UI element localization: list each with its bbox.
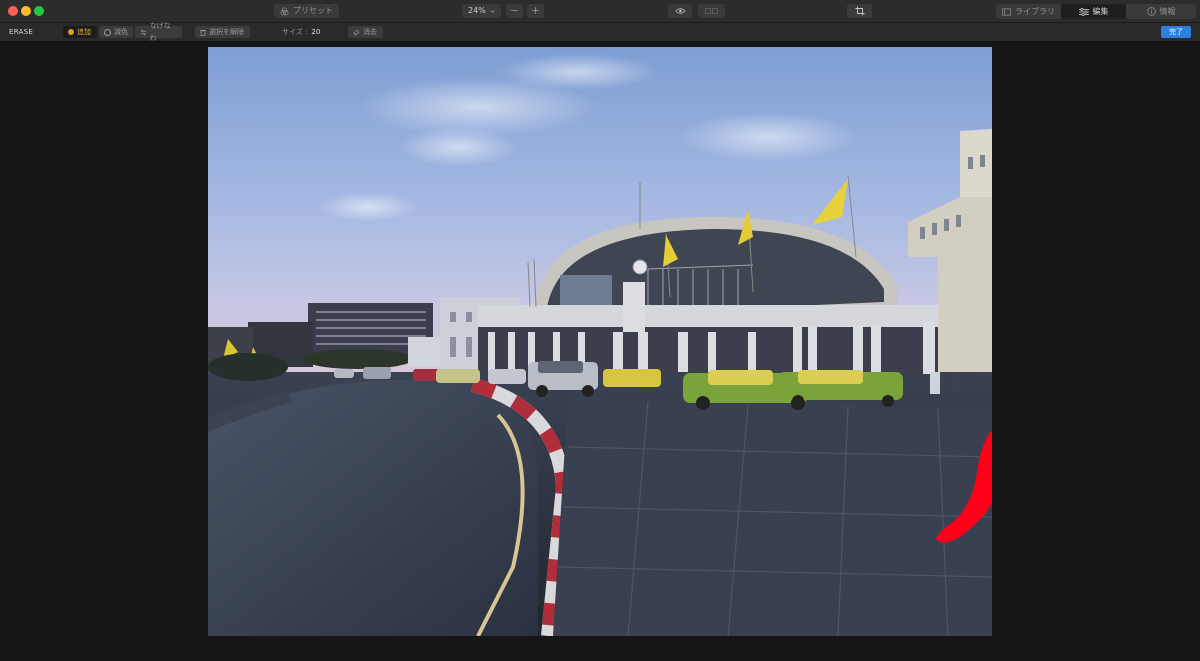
window-close-button[interactable] <box>8 6 18 16</box>
clear-selection-label: 選択を解除 <box>209 28 244 36</box>
subtract-label: 減色 <box>114 28 128 36</box>
clear-selection-button[interactable]: 選択を解除 <box>195 26 250 38</box>
lasso-label: なげなわ <box>149 22 171 42</box>
erase-button[interactable]: 消去 <box>348 26 383 38</box>
zoom-out-label: − <box>509 4 520 17</box>
eraser-icon <box>353 29 360 36</box>
presets-label: プリセット <box>293 6 333 15</box>
preview-toggle-button[interactable] <box>668 4 692 18</box>
presets-icon <box>280 7 289 15</box>
add-icon <box>68 29 74 35</box>
sliders-icon <box>1078 7 1089 16</box>
info-icon <box>1146 7 1156 16</box>
zoom-in-label: + <box>530 4 541 17</box>
brush-size-control[interactable]: サイズ :20 <box>282 23 320 41</box>
presets-button[interactable]: プリセット <box>274 4 339 18</box>
chevron-down-icon <box>490 9 495 13</box>
compare-button[interactable]: □□ <box>698 4 725 18</box>
tab-info[interactable]: 情報 <box>1126 4 1196 19</box>
zoom-value: 24% <box>468 6 486 15</box>
crop-button[interactable] <box>847 4 872 18</box>
tab-info-label: 情報 <box>1159 7 1176 16</box>
library-icon <box>1002 7 1011 16</box>
station-photo <box>208 47 992 636</box>
window-zoom-button[interactable] <box>34 6 44 16</box>
lasso-button[interactable]: なげなわ <box>135 22 182 42</box>
done-button[interactable]: 完了 <box>1161 26 1191 38</box>
size-label: サイズ : <box>282 28 308 36</box>
title-bar: プリセット 24% − + □□ ライブラリ 編集 情報 <box>0 0 1200 23</box>
compare-label: □□ <box>704 7 719 15</box>
tab-edit[interactable]: 編集 <box>1061 4 1126 19</box>
mode-label: ERASE <box>9 28 34 36</box>
eye-icon <box>674 8 686 14</box>
erase-label: 消去 <box>363 28 377 36</box>
subtract-brush-button[interactable]: 減色 <box>99 26 133 38</box>
photo-canvas[interactable] <box>208 47 992 636</box>
add-label: 追加 <box>77 28 91 36</box>
view-tabs: ライブラリ 編集 情報 <box>996 4 1196 19</box>
tab-edit-label: 編集 <box>1092 7 1109 16</box>
trash-icon <box>200 29 206 36</box>
zoom-out-button[interactable]: − <box>506 4 523 18</box>
tab-library[interactable]: ライブラリ <box>996 4 1061 19</box>
subtract-icon <box>104 28 111 36</box>
crop-icon <box>855 6 864 16</box>
size-value: 20 <box>311 28 321 36</box>
zoom-dropdown[interactable]: 24% <box>462 4 501 18</box>
erase-toolbar: ERASE 追加 減色 なげなわ 選択を解除 サイズ :20 消去 完了 <box>0 22 1200 42</box>
window-minimize-button[interactable] <box>21 6 31 16</box>
add-brush-button[interactable]: 追加 <box>63 26 97 38</box>
tab-library-label: ライブラリ <box>1015 7 1055 16</box>
zoom-in-button[interactable]: + <box>527 4 544 18</box>
lasso-icon <box>140 28 147 36</box>
